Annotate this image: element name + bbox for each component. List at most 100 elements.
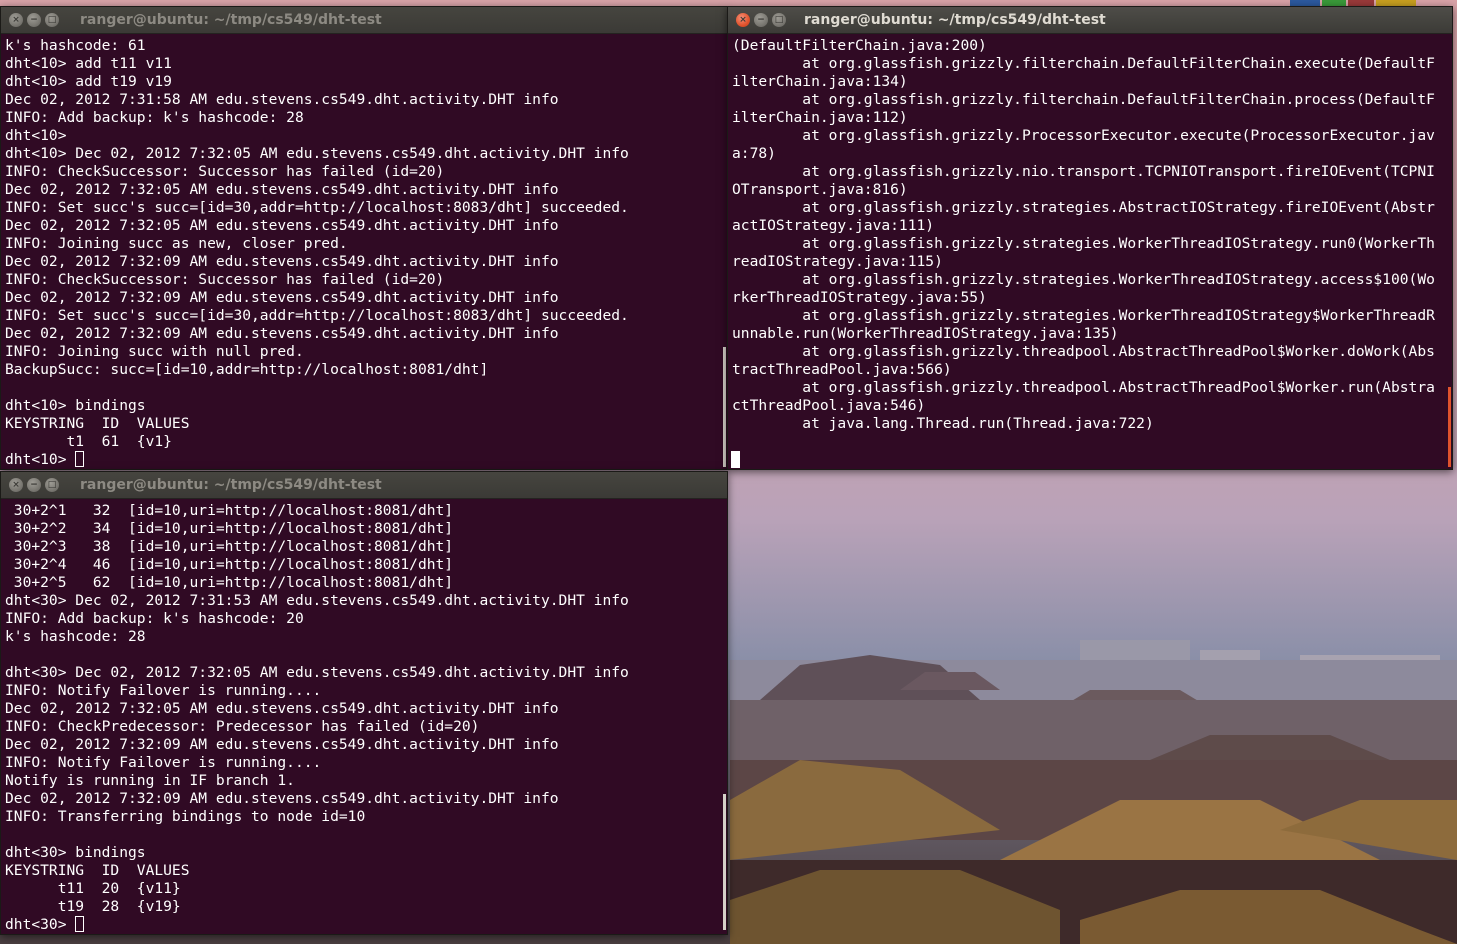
output-line: Dec 02, 2012 7:32:05 AM edu.stevens.cs54… [5, 700, 559, 717]
output-line: actIOStrategy.java:111) [732, 217, 935, 234]
terminal-window-stacktrace[interactable]: × − □ ranger@ubuntu: ~/tmp/cs549/dht-tes… [727, 6, 1453, 470]
output-line: dht<30> Dec 02, 2012 7:31:53 AM edu.stev… [5, 592, 629, 609]
output-line: Dec 02, 2012 7:32:09 AM edu.stevens.cs54… [5, 253, 559, 270]
maximize-icon: □ [47, 15, 57, 25]
text-cursor [75, 916, 85, 932]
output-line: at org.glassfish.grizzly.strategies.Abst… [732, 199, 1435, 216]
output-line: Dec 02, 2012 7:31:58 AM edu.stevens.cs54… [5, 91, 559, 108]
scrollbar[interactable] [723, 794, 726, 930]
text-cursor [75, 451, 85, 467]
minimize-button[interactable]: − [27, 478, 41, 492]
maximize-icon: □ [47, 480, 57, 490]
terminal-window-node10[interactable]: × − □ ranger@ubuntu: ~/tmp/cs549/dht-tes… [0, 6, 728, 470]
output-line: a:78) [732, 145, 776, 162]
output-line: Dec 02, 2012 7:32:09 AM edu.stevens.cs54… [5, 289, 559, 306]
output-line: ctThreadPool.java:546) [732, 397, 926, 414]
output-line: 30+2^2 34 [id=10,uri=http://localhost:80… [5, 520, 454, 537]
output-line: t19 28 {v19} [5, 898, 181, 915]
output-line: at org.glassfish.grizzly.strategies.Work… [732, 235, 1435, 252]
output-line: INFO: Notify Failover is running.... [5, 754, 322, 771]
terminal-output[interactable]: k's hashcode: 61 dht<10> add t11 v11 dht… [5, 37, 721, 469]
maximize-button[interactable]: □ [45, 13, 59, 27]
output-line: Dec 02, 2012 7:32:09 AM edu.stevens.cs54… [5, 790, 559, 807]
output-line: unnable.run(WorkerThreadIOStrategy.java:… [732, 325, 1119, 342]
shell-prompt: dht<30> [5, 916, 76, 933]
output-line: Dec 02, 2012 7:32:05 AM edu.stevens.cs54… [5, 181, 559, 198]
output-line: (DefaultFilterChain.java:200) [732, 37, 987, 54]
window-title: ranger@ubuntu: ~/tmp/cs549/dht-test [80, 477, 382, 493]
output-line: at org.glassfish.grizzly.strategies.Work… [732, 271, 1435, 288]
output-line: INFO: Add backup: k's hashcode: 20 [5, 610, 304, 627]
output-line: 30+2^4 46 [id=10,uri=http://localhost:80… [5, 556, 454, 573]
output-line: readIOStrategy.java:115) [732, 253, 943, 270]
window-title: ranger@ubuntu: ~/tmp/cs549/dht-test [80, 12, 382, 28]
terminal-titlebar[interactable]: × − □ ranger@ubuntu: ~/tmp/cs549/dht-tes… [1, 7, 727, 34]
output-line: at org.glassfish.grizzly.filterchain.Def… [732, 91, 1435, 108]
output-line: INFO: Add backup: k's hashcode: 28 [5, 109, 304, 126]
output-line: dht<30> bindings [5, 844, 146, 861]
output-line: 30+2^3 38 [id=10,uri=http://localhost:80… [5, 538, 454, 555]
output-line: ilterChain.java:112) [732, 109, 908, 126]
window-controls: × − □ [9, 478, 59, 492]
output-line: at org.glassfish.grizzly.filterchain.Def… [732, 55, 1435, 72]
scrollbar[interactable] [1448, 387, 1451, 467]
output-line: Notify is running in IF branch 1. [5, 772, 295, 789]
output-line: t11 20 {v11} [5, 880, 181, 897]
terminal-output[interactable]: (DefaultFilterChain.java:200) at org.gla… [732, 37, 1446, 433]
output-line: ilterChain.java:134) [732, 73, 908, 90]
minimize-icon: − [30, 15, 38, 25]
output-line: INFO: Set succ's succ=[id=30,addr=http:/… [5, 307, 629, 324]
terminal-titlebar[interactable]: × − □ ranger@ubuntu: ~/tmp/cs549/dht-tes… [728, 7, 1452, 34]
close-button[interactable]: × [736, 13, 750, 27]
output-line: BackupSucc: succ=[id=10,addr=http://loca… [5, 361, 489, 378]
terminal-titlebar[interactable]: × − □ ranger@ubuntu: ~/tmp/cs549/dht-tes… [1, 472, 727, 499]
close-icon: × [12, 480, 20, 490]
output-line: KEYSTRING ID VALUES [5, 415, 190, 432]
maximize-icon: □ [774, 15, 784, 25]
terminal-window-node30[interactable]: × − □ ranger@ubuntu: ~/tmp/cs549/dht-tes… [0, 471, 728, 935]
maximize-button[interactable]: □ [45, 478, 59, 492]
window-controls: × − □ [736, 13, 786, 27]
output-line: Dec 02, 2012 7:32:05 AM edu.stevens.cs54… [5, 217, 559, 234]
output-line: KEYSTRING ID VALUES [5, 862, 190, 879]
minimize-button[interactable]: − [754, 13, 768, 27]
window-controls: × − □ [9, 13, 59, 27]
output-line: tractThreadPool.java:566) [732, 361, 952, 378]
output-line: dht<10> add t11 v11 [5, 55, 172, 72]
output-line: INFO: Set succ's succ=[id=30,addr=http:/… [5, 199, 629, 216]
terminal-output[interactable]: 30+2^1 32 [id=10,uri=http://localhost:80… [5, 502, 721, 934]
output-line: dht<30> Dec 02, 2012 7:32:05 AM edu.stev… [5, 664, 629, 681]
minimize-icon: − [30, 480, 38, 490]
output-line: Dec 02, 2012 7:32:09 AM edu.stevens.cs54… [5, 325, 559, 342]
output-line: rkerThreadIOStrategy.java:55) [732, 289, 987, 306]
close-icon: × [12, 15, 20, 25]
scrollbar[interactable] [723, 347, 726, 467]
output-line: at org.glassfish.grizzly.strategies.Work… [732, 307, 1435, 324]
output-line: Dec 02, 2012 7:32:09 AM edu.stevens.cs54… [5, 736, 559, 753]
output-line: INFO: Joining succ as new, closer pred. [5, 235, 348, 252]
minimize-button[interactable]: − [27, 13, 41, 27]
close-icon: × [739, 15, 747, 25]
output-line: at org.glassfish.grizzly.threadpool.Abst… [732, 379, 1435, 396]
output-line: 30+2^5 62 [id=10,uri=http://localhost:80… [5, 574, 454, 591]
output-line: dht<10> bindings [5, 397, 146, 414]
close-button[interactable]: × [9, 13, 23, 27]
minimize-icon: − [757, 15, 765, 25]
output-line: k's hashcode: 61 [5, 37, 146, 54]
close-button[interactable]: × [9, 478, 23, 492]
output-line: at org.glassfish.grizzly.ProcessorExecut… [732, 127, 1435, 144]
output-line: k's hashcode: 28 [5, 628, 146, 645]
output-line: at org.glassfish.grizzly.threadpool.Abst… [732, 343, 1435, 360]
output-line: INFO: CheckSuccessor: Successor has fail… [5, 271, 445, 288]
output-line: t1 61 {v1} [5, 433, 172, 450]
output-line: INFO: Notify Failover is running.... [5, 682, 322, 699]
output-line: at java.lang.Thread.run(Thread.java:722) [732, 415, 1154, 432]
shell-prompt: dht<10> [5, 451, 76, 468]
output-line: INFO: CheckPredecessor: Predecessor has … [5, 718, 480, 735]
text-cursor [731, 451, 740, 468]
maximize-button[interactable]: □ [772, 13, 786, 27]
output-line: at org.glassfish.grizzly.nio.transport.T… [732, 163, 1435, 180]
output-line: dht<10> add t19 v19 [5, 73, 172, 90]
output-line: INFO: Transferring bindings to node id=1… [5, 808, 366, 825]
output-line: dht<10> Dec 02, 2012 7:32:05 AM edu.stev… [5, 145, 629, 162]
